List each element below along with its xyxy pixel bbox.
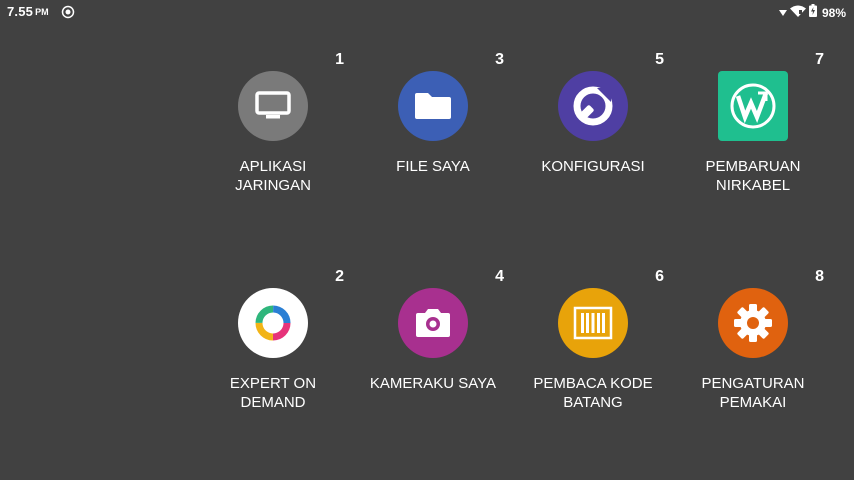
monitor-icon[interactable] [238, 71, 308, 141]
app-label: EXPERT ON DEMAND [229, 375, 317, 411]
app-expert-on-demand[interactable]: 2 EXPERT ON DEMAND [198, 268, 348, 418]
status-right: 98% [778, 4, 846, 22]
wrench-icon[interactable] [558, 71, 628, 141]
app-konfigurasi[interactable]: 5 KONFIGURASI [518, 51, 668, 201]
app-pembaca-kode-batang[interactable]: 6 PEMBACA KODE BATANG [518, 268, 668, 418]
clock: 7.55 [7, 4, 34, 19]
app-number: 3 [495, 51, 504, 68]
sync-icon [61, 5, 75, 19]
camera-icon[interactable] [398, 288, 468, 358]
battery-percent: 98% [821, 6, 846, 20]
gear-icon[interactable] [718, 288, 788, 358]
app-label: PENGATURAN PEMAKAI [701, 375, 805, 411]
app-label: FILE SAYA [396, 158, 470, 175]
clock-ampm: PM [35, 6, 49, 17]
status-bar: 7.55 PM 98% [0, 0, 854, 24]
app-aplikasi-jaringan[interactable]: 1 APLIKASI JARINGAN [198, 51, 348, 201]
app-pembaruan-nirkabel[interactable]: 7 PEMBARUAN NIRKABEL [678, 51, 828, 201]
app-number: 4 [495, 268, 504, 285]
app-kameraku-saya[interactable]: 4 KAMERAKU SAYA [358, 268, 508, 418]
app-number: 8 [815, 268, 824, 285]
app-label: KONFIGURASI [541, 158, 645, 175]
folder-icon[interactable] [398, 71, 468, 141]
battery-charging-icon [808, 4, 817, 22]
status-left: 7.55 PM [7, 4, 75, 19]
app-number: 6 [655, 268, 664, 285]
app-number: 1 [335, 51, 344, 68]
home-screen: 7.55 PM 98% 1 APLIKASI JARINGAN 3 FILE S… [0, 0, 854, 480]
app-number: 5 [655, 51, 664, 68]
app-number: 7 [815, 51, 824, 68]
app-label: APLIKASI JARINGAN [235, 158, 311, 194]
app-pengaturan-pemakai[interactable]: 8 PENGATURAN PEMAKAI [678, 268, 828, 418]
signal-icon [778, 4, 787, 22]
app-label: KAMERAKU SAYA [369, 375, 497, 392]
wifi-icon [789, 4, 806, 22]
app-file-saya[interactable]: 3 FILE SAYA [358, 51, 508, 201]
expert-ring-icon[interactable] [238, 288, 308, 358]
app-label: PEMBACA KODE BATANG [533, 375, 653, 411]
barcode-icon[interactable] [558, 288, 628, 358]
wireless-update-icon[interactable] [718, 71, 788, 141]
app-number: 2 [335, 268, 344, 285]
app-label: PEMBARUAN NIRKABEL [705, 158, 801, 194]
